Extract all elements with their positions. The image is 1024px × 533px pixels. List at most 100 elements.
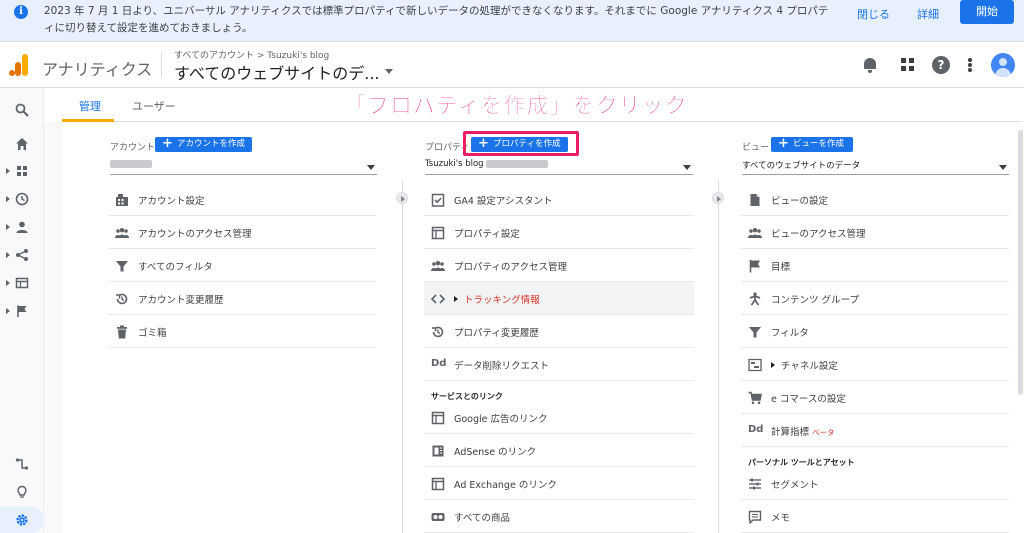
- ad-exchange-link-item[interactable]: Ad Exchange のリンク: [424, 467, 694, 500]
- item-label: すべてのフィルタ: [138, 262, 213, 273]
- item-label: トラッキング情報: [454, 292, 540, 306]
- more-vert-icon[interactable]: [967, 56, 973, 74]
- item-label: 計算指標 ベータ: [771, 424, 835, 438]
- home-icon[interactable]: [0, 134, 44, 156]
- goals-item[interactable]: 目標: [741, 249, 1009, 282]
- property-settings-item[interactable]: プロパティ設定: [424, 216, 694, 249]
- analytics-logo-icon[interactable]: [9, 54, 29, 76]
- window-icon: [431, 410, 445, 425]
- view-selector[interactable]: すべてのウェブサイトのデ...: [174, 60, 380, 84]
- beta-badge: ベータ: [812, 428, 835, 437]
- item-label: セグメント: [771, 480, 819, 491]
- item-label: ビューのアクセス管理: [771, 229, 866, 240]
- item-label: メモ: [771, 513, 791, 524]
- property-selector[interactable]: Tsuzuki's blog: [425, 159, 693, 175]
- google-ads-link-item[interactable]: Google 広告のリンク: [424, 401, 694, 434]
- column-divider: [402, 180, 403, 533]
- adsense-link-item[interactable]: AdSense のリンク: [424, 434, 694, 467]
- tab-user[interactable]: ユーザー: [132, 98, 176, 114]
- people-icon: [748, 225, 762, 239]
- view-filters-item[interactable]: フィルタ: [741, 315, 1009, 348]
- flag-icon: [748, 258, 762, 273]
- all-filters-item[interactable]: すべてのフィルタ: [108, 249, 376, 282]
- all-products-item[interactable]: すべての商品: [424, 500, 694, 533]
- item-label: プロパティ変更履歴: [454, 328, 539, 339]
- nav-conversions[interactable]: [0, 301, 44, 323]
- account-column-label: アカウント: [110, 143, 156, 153]
- calculated-metrics-item[interactable]: Dd 計算指標 ベータ: [741, 414, 1009, 447]
- chevron-down-icon: [683, 165, 691, 170]
- view-access-item[interactable]: ビューのアクセス管理: [741, 216, 1009, 249]
- history-icon: [115, 291, 129, 305]
- search-icon[interactable]: [0, 100, 44, 122]
- flag-icon: [17, 305, 27, 317]
- account-access-item[interactable]: アカウントのアクセス管理: [108, 216, 376, 249]
- header-divider: [161, 52, 162, 78]
- item-label: コンテンツ グループ: [771, 295, 859, 306]
- view-selected-name: すべてのウェブサイトのデータ: [742, 161, 861, 171]
- data-deletion-item[interactable]: Dd データ削除リクエスト: [424, 348, 694, 381]
- create-account-button[interactable]: + アカウントを作成: [155, 137, 252, 152]
- chevron-down-icon: [367, 165, 375, 170]
- channel-icon: [748, 357, 762, 372]
- filter-icon: [115, 258, 129, 272]
- document-icon: [748, 192, 762, 206]
- expand-arrow-icon: [771, 362, 775, 368]
- people-icon: [115, 225, 129, 239]
- segment-icon: [748, 476, 762, 490]
- acquisition-icon: [16, 249, 28, 261]
- ecommerce-settings-item[interactable]: e コマースの設定: [741, 381, 1009, 414]
- start-button[interactable]: 開始: [960, 0, 1014, 24]
- bell-icon[interactable]: [861, 56, 879, 74]
- ga4-setup-assistant-item[interactable]: GA4 設定アシスタント: [424, 183, 694, 216]
- nav-behavior[interactable]: [0, 273, 44, 295]
- nav-acquisition[interactable]: [0, 245, 44, 267]
- redacted-property-id: [486, 159, 549, 168]
- create-view-label: ビューを作成: [793, 139, 845, 149]
- chevron-down-icon[interactable]: [385, 69, 393, 74]
- chevron-right-icon: [396, 192, 408, 204]
- avatar[interactable]: [991, 53, 1015, 77]
- window-icon: [431, 225, 445, 240]
- view-settings-item[interactable]: ビューの設定: [741, 183, 1009, 216]
- property-selected-name: Tsuzuki's blog: [425, 159, 484, 169]
- account-history-item[interactable]: アカウント変更履歴: [108, 282, 376, 315]
- lightbulb-icon[interactable]: [0, 482, 44, 504]
- dd-icon: Dd: [748, 424, 764, 435]
- help-icon[interactable]: ?: [932, 56, 950, 74]
- apps-grid-icon[interactable]: [899, 56, 917, 74]
- close-banner-link[interactable]: 閉じる: [857, 6, 890, 22]
- content-grouping-item[interactable]: コンテンツ グループ: [741, 282, 1009, 315]
- announcement-banner: i 2023 年 7 月 1 日より、ユニバーサル アナリティクスでは標準プロパ…: [0, 0, 1024, 42]
- segments-item[interactable]: セグメント: [741, 467, 1009, 500]
- view-column-label: ビュー: [742, 143, 770, 153]
- channel-settings-item[interactable]: チャネル設定: [741, 348, 1009, 381]
- dd-icon: Dd: [431, 358, 447, 369]
- gear-icon[interactable]: [0, 507, 44, 533]
- app-title: アナリティクス: [42, 60, 153, 79]
- nav-audience[interactable]: [0, 217, 44, 239]
- create-view-button[interactable]: + ビューを作成: [771, 137, 853, 152]
- trash-item[interactable]: ゴミ箱: [108, 315, 376, 348]
- left-nav: [0, 88, 44, 533]
- clock-icon: [15, 192, 29, 206]
- details-link[interactable]: 詳細: [917, 6, 939, 22]
- notes-item[interactable]: メモ: [741, 500, 1009, 533]
- view-column-selector[interactable]: すべてのウェブサイトのデータ: [742, 159, 1009, 175]
- content-gutter: [44, 122, 62, 533]
- account-settings-item[interactable]: アカウント設定: [108, 183, 376, 216]
- tracking-info-item[interactable]: トラッキング情報: [424, 282, 694, 315]
- property-history-item[interactable]: プロパティ変更履歴: [424, 315, 694, 348]
- item-label: 目標: [771, 262, 791, 273]
- property-access-item[interactable]: プロパティのアクセス管理: [424, 249, 694, 282]
- account-selector[interactable]: [110, 159, 377, 175]
- history-icon: [431, 324, 445, 338]
- nav-realtime[interactable]: [0, 189, 44, 211]
- tab-admin[interactable]: 管理: [79, 98, 101, 114]
- person-icon: [16, 221, 28, 233]
- chevron-right-icon: [712, 192, 724, 204]
- attribution-icon[interactable]: [0, 454, 44, 476]
- nav-customization[interactable]: [0, 161, 44, 183]
- scrollbar[interactable]: [1018, 130, 1023, 395]
- create-account-label: アカウントを作成: [177, 139, 246, 149]
